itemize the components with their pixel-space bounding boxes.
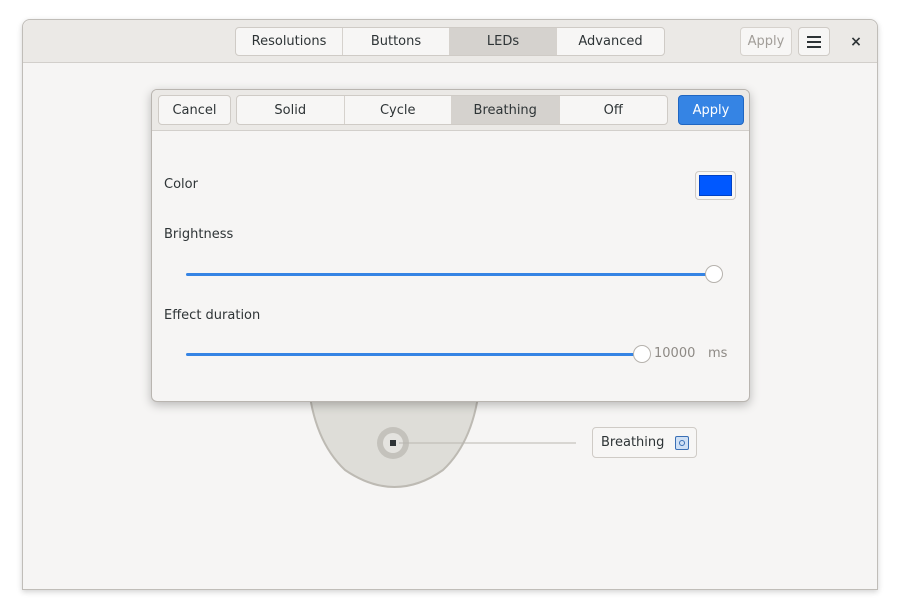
main-window: Resolutions Buttons LEDs Advanced Apply … [22,19,878,590]
cancel-button[interactable]: Cancel [158,95,231,125]
duration-label: Effect duration [164,308,261,323]
mode-cycle[interactable]: Cycle [345,96,452,124]
led-mode-tabs: Solid Cycle Breathing Off [236,95,668,125]
duration-slider[interactable] [186,353,642,356]
duration-unit: ms [708,346,728,361]
led-marker [390,440,396,446]
popover-toolbar: Cancel Solid Cycle Breathing Off Apply [152,90,749,131]
mode-breathing[interactable]: Breathing [452,96,560,124]
mode-off[interactable]: Off [560,96,668,124]
mode-solid[interactable]: Solid [237,96,345,124]
color-label: Color [164,177,198,192]
led-mode-button[interactable]: Breathing [592,427,697,458]
duration-value: 10000 [654,346,696,361]
color-picker-button[interactable] [695,171,736,200]
apply-button[interactable]: Apply [678,95,744,125]
led-color-swatch-icon [675,436,689,450]
duration-slider-knob[interactable] [633,345,651,363]
color-swatch [699,175,732,196]
brightness-slider[interactable] [186,273,714,276]
led-mode-label: Breathing [601,435,665,450]
brightness-slider-knob[interactable] [705,265,723,283]
led-settings-popover: Cancel Solid Cycle Breathing Off Apply C… [151,89,750,402]
brightness-label: Brightness [164,227,234,242]
